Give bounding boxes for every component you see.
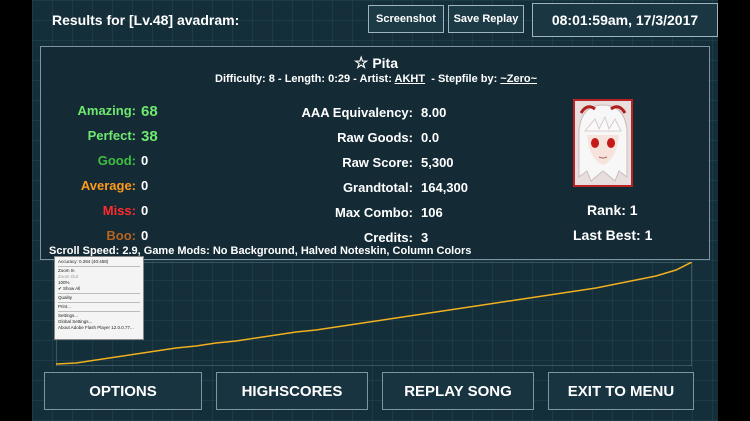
- judgement-label: Average:: [80, 178, 136, 193]
- replay-song-button[interactable]: REPLAY SONG: [382, 372, 534, 410]
- context-menu-separator: [58, 302, 140, 303]
- stat-value: 8.00: [421, 105, 447, 120]
- letterbox-right: [718, 0, 750, 421]
- last-best-text: Last Best: 1: [573, 227, 653, 243]
- results-title: Results for [Lv.48] avadram:: [52, 12, 240, 28]
- stat-label: Max Combo:: [335, 205, 413, 220]
- difficulty-value: 8: [268, 73, 275, 85]
- star-icon[interactable]: ☆: [354, 55, 368, 72]
- stat-label: Credits:: [363, 230, 413, 245]
- artist-label: Artist:: [359, 73, 392, 85]
- judgement-value: 0: [141, 153, 149, 168]
- context-menu-separator: [58, 293, 140, 294]
- stepfile-link[interactable]: ~Zero~: [500, 73, 537, 85]
- rank-text: Rank: 1: [587, 202, 638, 218]
- song-title: ☆ Pita: [41, 53, 711, 73]
- highscores-button[interactable]: HIGHSCORES: [216, 372, 368, 410]
- song-info: Difficulty: 8 - Length: 0:29 - Artist: A…: [215, 73, 537, 85]
- save-replay-button[interactable]: Save Replay: [448, 5, 524, 33]
- context-menu-item[interactable]: Quality: [58, 295, 140, 301]
- stat-label: Grandtotal:: [342, 180, 413, 195]
- artist-link[interactable]: AKHT: [395, 73, 426, 85]
- judgement-label: Miss:: [102, 203, 136, 218]
- judgement-value: 68: [141, 103, 158, 120]
- stat-value: 164,300: [421, 180, 468, 195]
- context-menu-item[interactable]: Accuracy: 0.284 (40:458): [58, 259, 140, 265]
- screenshot-button[interactable]: Screenshot: [368, 5, 444, 33]
- length-value: 0:29: [328, 73, 351, 85]
- datetime-display: 08:01:59am, 17/3/2017: [532, 3, 718, 37]
- judgement-value: 0: [141, 178, 149, 193]
- song-name: Pita: [372, 55, 399, 71]
- judgement-value: 0: [141, 228, 149, 243]
- stat-value: 0.0: [421, 130, 440, 145]
- stat-value: 5,300: [421, 155, 454, 170]
- avatar-image: [575, 101, 631, 185]
- letterbox-left: [0, 0, 32, 421]
- context-menu-item[interactable]: ✔ Show All: [58, 286, 140, 292]
- judgement-label: Perfect:: [87, 128, 136, 143]
- judgement-value: 0: [141, 203, 149, 218]
- judgement-label: Good:: [97, 153, 136, 168]
- context-menu-separator: [58, 311, 140, 312]
- judgement-value: 38: [141, 128, 158, 145]
- context-menu-item[interactable]: About Adobe Flash Player 12.0.0.77...: [58, 325, 140, 331]
- stat-label: AAA Equivalency:: [301, 105, 414, 120]
- judgement-label: Amazing:: [77, 103, 137, 118]
- context-menu-separator: [58, 266, 140, 267]
- exit-to-menu-button[interactable]: EXIT TO MENU: [548, 372, 694, 410]
- stat-label: Raw Score:: [342, 155, 413, 170]
- stepfile-label: Stepfile by:: [437, 73, 498, 85]
- score-progress-line: [56, 262, 692, 365]
- stat-label: Raw Goods:: [337, 130, 413, 145]
- avatar: [573, 99, 633, 187]
- results-panel: ☆ Pita Difficulty: 8 - Length: 0:29 - Art…: [40, 46, 710, 260]
- judgement-label: Boo:: [106, 228, 136, 243]
- options-button[interactable]: OPTIONS: [44, 372, 202, 410]
- context-menu: Accuracy: 0.284 (40:458) Zoom In Zoom Ou…: [54, 256, 144, 340]
- results-screen: Results for [Lv.48] avadram: Screenshot …: [32, 0, 718, 421]
- context-menu-item[interactable]: Print...: [58, 304, 140, 310]
- length-label: Length:: [284, 73, 326, 85]
- score-graph: [56, 262, 692, 366]
- difficulty-label: Difficulty:: [215, 73, 266, 85]
- stat-value: 3: [421, 230, 429, 245]
- stat-value: 106: [421, 205, 443, 220]
